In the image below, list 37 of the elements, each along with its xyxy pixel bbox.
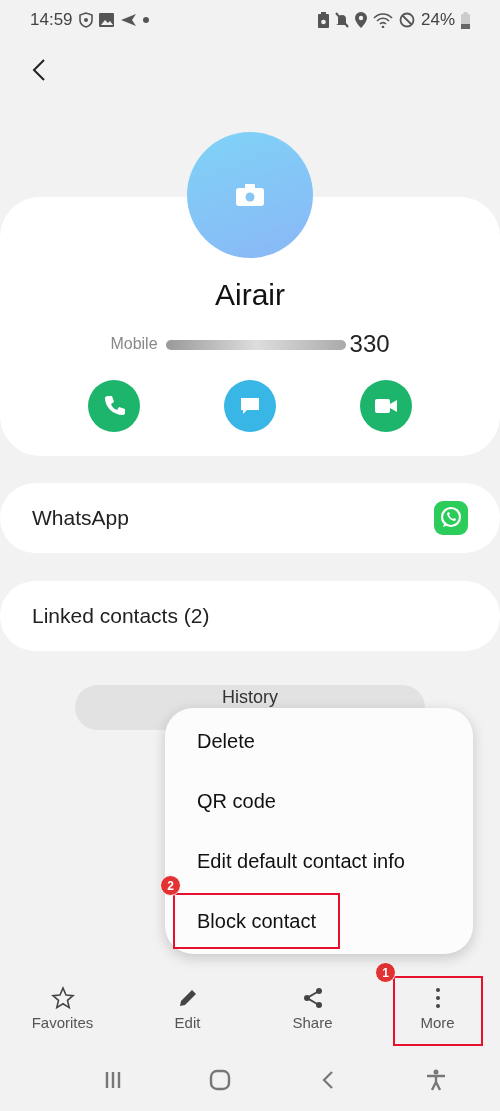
phone-label: Mobile (110, 335, 158, 353)
whatsapp-icon (434, 501, 468, 535)
toolbar-button[interactable]: Edit (142, 976, 233, 1046)
home-button[interactable] (207, 1067, 232, 1092)
more-icon (435, 986, 440, 1010)
toolbar-button[interactable]: More (392, 976, 483, 1046)
image-icon (98, 13, 114, 27)
menu-item[interactable]: QR code (173, 773, 300, 829)
battery-icon (461, 11, 470, 29)
back-icon (32, 58, 46, 82)
mute-icon (334, 12, 349, 28)
call-button[interactable] (88, 380, 140, 432)
toolbar-button[interactable]: Favorites (17, 976, 108, 1046)
home-icon (207, 1067, 232, 1092)
phone-number: 330 (349, 330, 390, 358)
shield-icon (78, 12, 93, 28)
menu-item[interactable]: Block contact (173, 893, 340, 949)
clock: 14:59 (30, 10, 73, 30)
wifi-icon (372, 12, 393, 28)
block-icon (398, 12, 415, 28)
video-call-button[interactable] (360, 380, 412, 432)
location-icon (354, 12, 367, 28)
camera-icon (236, 184, 264, 206)
list-item-label: Linked contacts (2) (32, 604, 210, 628)
step-badge: 2 (160, 875, 181, 896)
list-item-label: WhatsApp (32, 506, 129, 530)
battery-saver-icon (317, 12, 329, 28)
dot-icon (142, 17, 149, 23)
send-icon (119, 13, 137, 27)
list-item[interactable]: Linked contacts (2) (0, 581, 500, 651)
contact-name: Airair (215, 277, 285, 313)
step-badge: 1 (375, 962, 396, 983)
toolbar-button[interactable]: Share (267, 976, 358, 1046)
message-button[interactable] (224, 380, 276, 432)
list-item[interactable]: WhatsApp (0, 483, 500, 553)
star-icon (50, 986, 75, 1010)
battery-percentage: 24% (420, 10, 455, 30)
